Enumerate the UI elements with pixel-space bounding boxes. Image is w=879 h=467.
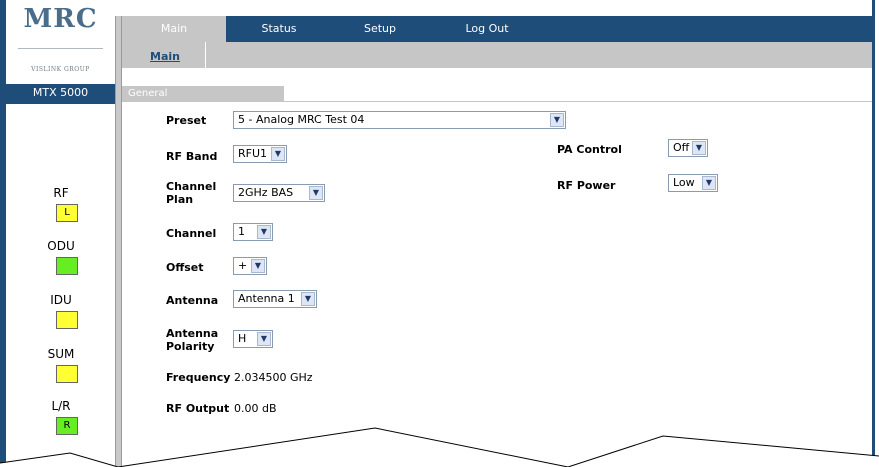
channel-plan-value: 2GHz BAS [238, 186, 294, 199]
main-nav: Main Status Setup Log Out [122, 16, 872, 42]
tab-main[interactable]: Main [122, 16, 226, 42]
pa-control-value: Off [673, 141, 690, 154]
offset-select[interactable]: + ▼ [233, 257, 267, 275]
chevron-down-icon: ▼ [309, 186, 323, 200]
subtab-main[interactable]: Main [150, 50, 180, 63]
logo-divider [18, 48, 103, 49]
antenna-polarity-label-line1: Antenna [166, 327, 219, 340]
rf-output-label: RF Output [166, 402, 230, 415]
rf-power-value: Low [673, 176, 695, 189]
antenna-polarity-select[interactable]: H ▼ [233, 330, 273, 348]
indicator-led-idu [56, 311, 78, 329]
rf-power-label: RF Power [557, 179, 616, 192]
chevron-down-icon: ▼ [271, 147, 285, 161]
tab-status[interactable]: Status [247, 16, 311, 42]
indicator-led-rf: L [56, 204, 78, 222]
sidebar: MRC VISLINK GROUP MTX 5000 RF L ODU IDU … [6, 0, 115, 467]
logo-subtitle: VISLINK GROUP [31, 66, 90, 73]
indicator-label-idu: IDU [50, 293, 72, 307]
offset-value: + [238, 259, 248, 272]
rf-power-select[interactable]: Low ▼ [668, 174, 718, 192]
indicator-led-odu [56, 257, 78, 275]
indicator-led-sum [56, 365, 78, 383]
antenna-value: Antenna 1 [238, 292, 295, 305]
antenna-polarity-value: H [238, 332, 247, 345]
preset-select[interactable]: 5 - Analog MRC Test 04 ▼ [233, 111, 566, 129]
antenna-polarity-label-line2: Polarity [166, 340, 215, 353]
preset-label: Preset [166, 114, 207, 127]
section-divider [122, 101, 872, 102]
antenna-select[interactable]: Antenna 1 ▼ [233, 290, 317, 308]
channel-plan-label-line1: Channel [166, 180, 217, 193]
indicator-label-rf: RF [53, 186, 69, 200]
rf-band-select[interactable]: RFU1 ▼ [233, 145, 287, 163]
antenna-polarity-label: Antenna Polarity [166, 327, 218, 353]
pa-control-select[interactable]: Off ▼ [668, 139, 708, 157]
channel-plan-label-line2: Plan [166, 193, 194, 206]
chevron-down-icon: ▼ [251, 259, 265, 273]
rf-band-label: RF Band [166, 150, 218, 163]
chevron-down-icon: ▼ [692, 141, 706, 155]
top-blank [122, 0, 872, 16]
subtab-divider [205, 42, 206, 68]
chevron-down-icon: ▼ [301, 292, 315, 306]
chevron-down-icon: ▼ [702, 176, 716, 190]
chevron-down-icon: ▼ [550, 113, 564, 127]
rf-band-value: RFU1 [238, 147, 268, 160]
pa-control-label: PA Control [557, 143, 622, 156]
chevron-down-icon: ▼ [257, 332, 271, 346]
frequency-value: 2.034500 GHz [234, 371, 313, 384]
indicator-label-sum: SUM [47, 347, 75, 361]
rf-output-value: 0.00 dB [234, 402, 277, 415]
indicator-label-lr: L/R [51, 399, 71, 413]
channel-select[interactable]: 1 ▼ [233, 223, 273, 241]
tab-logout[interactable]: Log Out [452, 16, 522, 42]
channel-value: 1 [238, 225, 245, 238]
channel-label: Channel [166, 227, 217, 240]
offset-label: Offset [166, 261, 204, 274]
logo: MRC VISLINK GROUP [6, 0, 115, 80]
model-name: MTX 5000 [6, 84, 115, 102]
section-header-general: General [122, 86, 284, 102]
preset-value: 5 - Analog MRC Test 04 [238, 113, 365, 126]
model-underline-gap [6, 104, 115, 110]
sidebar-separator [115, 16, 122, 467]
logo-text: MRC [23, 4, 98, 34]
torn-edge [0, 427, 879, 467]
chevron-down-icon: ▼ [257, 225, 271, 239]
right-frame [872, 0, 875, 467]
antenna-label: Antenna [166, 294, 219, 307]
frequency-label: Frequency [166, 371, 231, 384]
channel-plan-select[interactable]: 2GHz BAS ▼ [233, 184, 325, 202]
sub-nav: Main [122, 42, 872, 68]
channel-plan-label: Channel Plan [166, 180, 216, 206]
tab-setup[interactable]: Setup [348, 16, 412, 42]
indicator-label-odu: ODU [47, 239, 75, 253]
